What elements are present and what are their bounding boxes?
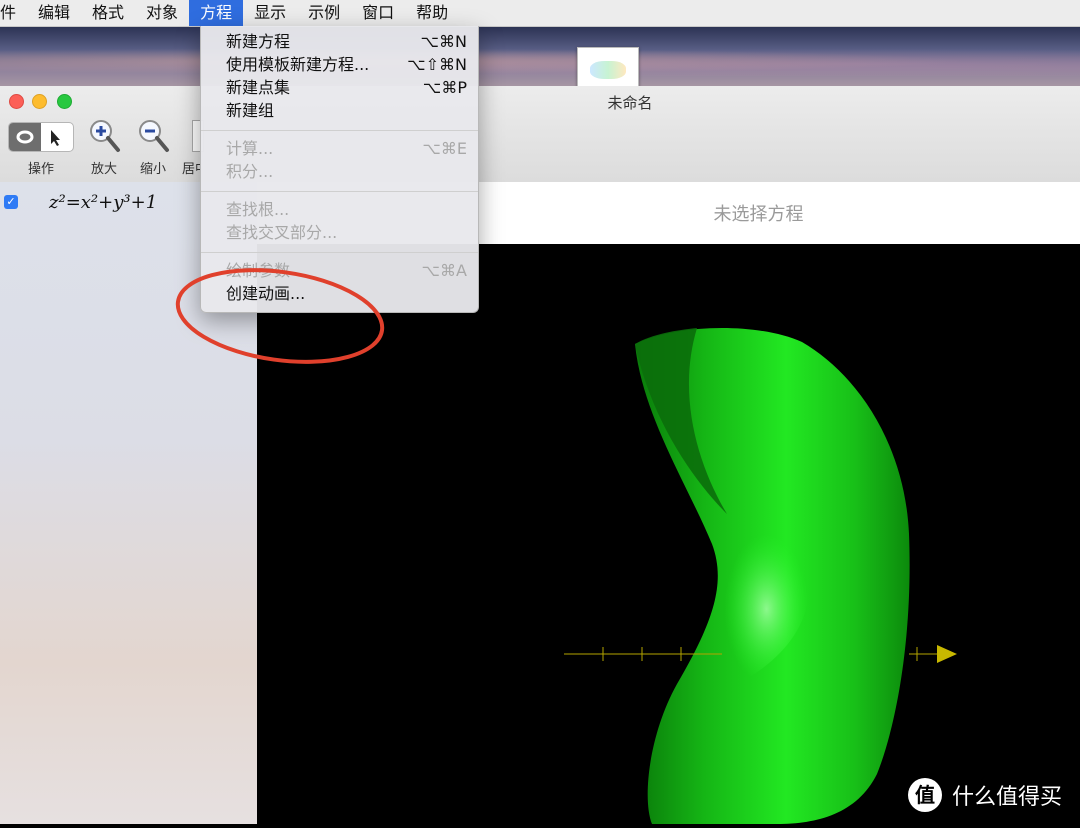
desktop-file-thumbnail[interactable] — [577, 47, 639, 91]
menu-item-new-equation[interactable]: 新建方程 ⌥⌘N — [201, 31, 478, 53]
equation-text[interactable]: z²=x²+y³+1 — [49, 192, 157, 213]
menu-item-new-from-template[interactable]: 使用模板新建方程... ⌥⇧⌘N — [201, 54, 478, 76]
center-label: 居中 — [182, 162, 200, 177]
zoom-out-icon — [139, 120, 169, 152]
menu-item-integrate: 积分... — [226, 162, 274, 181]
action-segmented-control[interactable] — [8, 122, 74, 152]
zoom-button[interactable] — [57, 94, 72, 109]
red-circle-annotation — [175, 268, 385, 364]
close-button[interactable] — [9, 94, 24, 109]
menu-item-find-roots: 查找根... — [226, 200, 290, 219]
menu-item-new-group[interactable]: 新建组 — [201, 100, 478, 122]
menu-window[interactable]: 窗口 — [351, 0, 405, 26]
zoom-in-label: 放大 — [91, 162, 118, 177]
rotate-tool-button[interactable] — [9, 123, 41, 151]
zoom-out-button[interactable] — [137, 118, 171, 158]
zoom-in-icon — [90, 120, 120, 152]
watermark-logo-icon: 值 — [908, 778, 942, 812]
axis-arrowhead — [937, 645, 957, 663]
menu-equation[interactable]: 方程 — [189, 0, 244, 26]
site-watermark: 值 什么值得买 — [908, 778, 1062, 812]
equation-visible-checkbox[interactable]: ✓ — [4, 195, 18, 209]
menu-separator — [201, 191, 478, 192]
window-titlebar: 未命名 操作 放大 缩小 居 — [0, 86, 1080, 183]
menu-file[interactable]: 件 — [0, 0, 27, 26]
menu-edit[interactable]: 编辑 — [27, 0, 81, 26]
menu-bar: 件 编辑 格式 对象 方程 显示 示例 窗口 帮助 — [0, 0, 1080, 27]
zoom-in-button[interactable] — [88, 118, 122, 158]
menu-item-new-point-set[interactable]: 新建点集 ⌥⌘P — [201, 77, 478, 99]
menu-separator — [201, 130, 478, 131]
menu-separator — [201, 252, 478, 253]
action-label: 操作 — [28, 162, 55, 177]
zoom-out-label: 缩小 — [140, 162, 167, 177]
menu-format[interactable]: 格式 — [81, 0, 135, 26]
menu-object[interactable]: 对象 — [135, 0, 189, 26]
rotate-icon — [16, 130, 34, 144]
equation-row[interactable]: ✓ z²=x²+y³+1 — [4, 190, 157, 214]
menu-item-find-intersection: 查找交叉部分... — [226, 223, 338, 242]
window-title: 未命名 — [607, 94, 653, 112]
watermark-text: 什么值得买 — [952, 785, 1063, 810]
arrow-pointer-icon — [51, 130, 60, 146]
menu-item-calculate: 计算... ⌥⌘E — [226, 139, 467, 158]
minimize-button[interactable] — [32, 94, 47, 109]
grapher-window: 未命名 操作 放大 缩小 居 ✓ z²=x²+y³+1 未选择方程 — [0, 86, 1080, 824]
menu-examples[interactable]: 示例 — [297, 0, 351, 26]
menu-display[interactable]: 显示 — [243, 0, 297, 26]
pointer-tool-button[interactable] — [41, 123, 73, 151]
menu-help[interactable]: 帮助 — [405, 0, 459, 26]
